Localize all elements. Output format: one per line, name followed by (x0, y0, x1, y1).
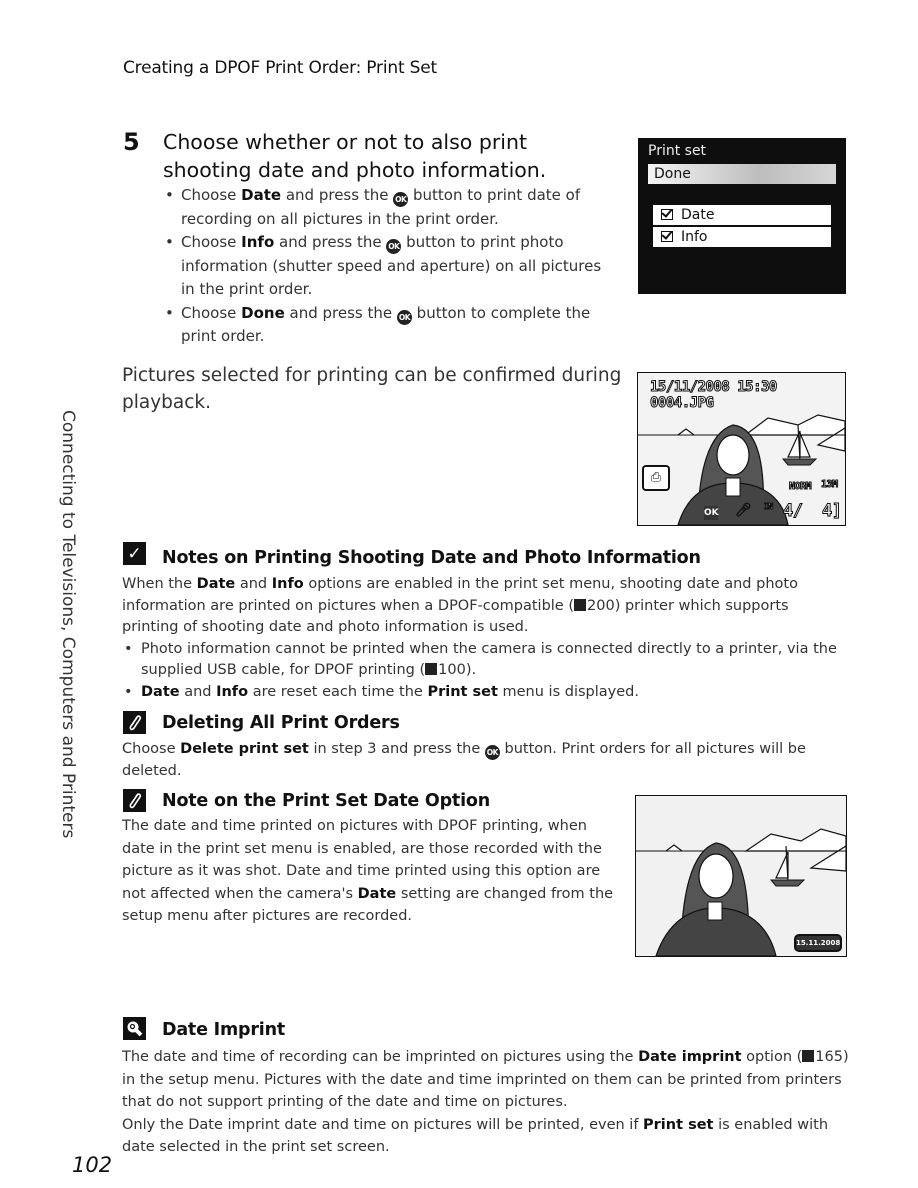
page-reference-link[interactable]: 100 (438, 662, 466, 678)
section-side-tab: Connecting to Televisions, Computers and… (50, 410, 90, 838)
internal-memory-indicator: IN (764, 502, 774, 512)
note-body: The date and time printed on pictures wi… (122, 818, 614, 924)
page-reference-icon (425, 663, 438, 675)
note-paragraph: Only the Date imprint date and time on p… (122, 1116, 829, 1156)
quality-indicator: NORM (788, 481, 812, 493)
playback-filename: 0004.JPG (649, 395, 714, 412)
bullet-item: Choose Done and press the OK button to c… (163, 302, 613, 349)
ok-button-icon: OK (393, 192, 409, 207)
note-body: When the Date and Info options are enabl… (122, 574, 842, 703)
page-number: 102 (72, 1153, 113, 1177)
page-reference-icon (574, 598, 586, 611)
ok-button-icon: OK (396, 309, 412, 325)
note-bullet: Date and Info are reset each time the Pr… (122, 682, 842, 704)
note-title: Notes on Printing Shooting Date and Phot… (162, 548, 701, 568)
checkbox-checked-icon (661, 231, 673, 242)
bullet-item: Choose Info and press the OK button to p… (163, 231, 613, 302)
voice-memo-icon: 🎤︎ (735, 503, 752, 519)
note-title: Date Imprint (162, 1020, 285, 1040)
menu-option-info[interactable]: Info (653, 227, 831, 247)
bullet-item: Choose Date and press the OK button to p… (163, 184, 613, 231)
page-reference-link[interactable]: 200 (587, 598, 615, 614)
camera-print-set-screen: Print set Done Date Info (638, 138, 846, 294)
note-body: The date and time of recording can be im… (122, 1046, 850, 1159)
paperclip-icon (123, 789, 146, 812)
confirm-text: Pictures selected for printing can be co… (122, 365, 622, 413)
step-title: Choose whether or not to also print shoo… (163, 130, 547, 182)
menu-option-date[interactable]: Date (653, 205, 831, 225)
note-paragraph: When the Date and Info options are enabl… (122, 576, 798, 635)
print-order-icon: ⎙ (642, 465, 670, 491)
note-title: Deleting All Print Orders (162, 713, 400, 733)
lightbulb-icon (123, 1017, 146, 1040)
page-reference-link[interactable]: 165 (815, 1049, 843, 1065)
note-body: Choose Delete print set in step 3 and pr… (122, 741, 806, 779)
checkbox-checked-icon (661, 209, 673, 220)
check-icon: ✓ (123, 542, 146, 565)
ok-button-icon: OK (484, 745, 500, 760)
paperclip-icon (123, 711, 146, 734)
side-tab-label: Connecting to Televisions, Computers and… (58, 410, 78, 839)
menu-title: Print set (648, 143, 707, 159)
date-imprint-example-image: 15.11.2008 (635, 795, 847, 957)
note-bullet: Photo information cannot be printed when… (122, 639, 842, 682)
frame-number: 4/ (782, 501, 803, 522)
date-imprint-label: 15.11.2008 (794, 934, 842, 952)
note-title: Note on the Print Set Date Option (162, 791, 490, 811)
step-bullets: Choose Date and press the OK button to p… (163, 184, 613, 349)
total-frames: 4] (821, 501, 842, 522)
image-size-indicator: 13M (821, 479, 839, 491)
page-reference-icon (802, 1050, 815, 1062)
playback-datetime: 15/11/2008 15:30 (650, 379, 778, 396)
note-paragraph: The date and time of recording can be im… (122, 1049, 849, 1110)
ok-button-icon: OK (386, 239, 402, 254)
ok-indicator-icon: OK (704, 506, 719, 520)
page-header: Creating a DPOF Print Order: Print Set (123, 58, 437, 78)
step-number: 5 (123, 128, 140, 156)
camera-playback-screen: 15/11/2008 15:30 0004.JPG ⎙ NORM 13M OK … (637, 372, 846, 526)
menu-item-done[interactable]: Done (648, 164, 836, 184)
example-illustration (636, 828, 846, 956)
